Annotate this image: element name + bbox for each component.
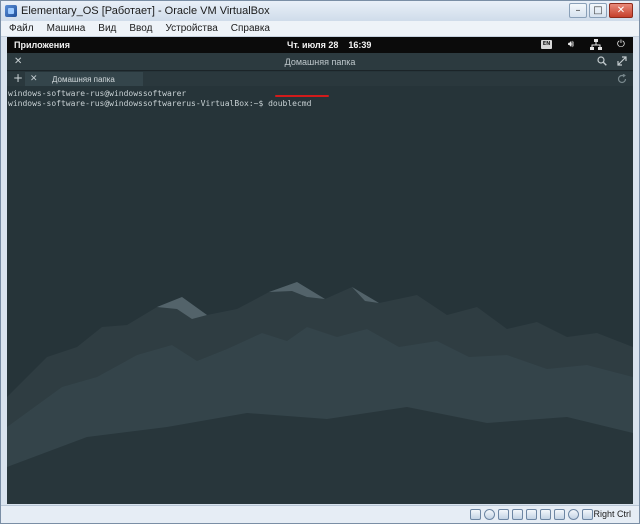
- fullscreen-icon[interactable]: [617, 56, 627, 66]
- mouse-integration-icon[interactable]: [568, 509, 579, 520]
- shared-folders-icon[interactable]: [512, 509, 523, 520]
- terminal-output[interactable]: windows-software-rus@windowssoftwarer wi…: [7, 87, 633, 504]
- network-icon[interactable]: [590, 39, 602, 50]
- menu-help[interactable]: Справка: [231, 23, 270, 34]
- window-controls: – □ ✕: [569, 3, 633, 18]
- menubar: Файл Машина Вид Ввод Устройства Справка: [1, 21, 639, 37]
- hard-disk-icon[interactable]: [470, 509, 481, 520]
- elementary-panel: Приложения Чт. июля 28 16:39 EN 🔊︎ ⏻︎: [7, 37, 633, 53]
- clock-date: Чт. июля 28: [287, 40, 339, 50]
- minimize-button[interactable]: –: [569, 3, 587, 18]
- menu-devices[interactable]: Устройства: [165, 23, 217, 34]
- network-adapter-icon[interactable]: [540, 509, 551, 520]
- optical-drive-icon[interactable]: [484, 509, 495, 520]
- window-title: Elementary_OS [Работает] - Oracle VM Vir…: [21, 5, 270, 17]
- terminal-title: Домашняя папка: [284, 56, 356, 67]
- host-key-label: Right Ctrl: [593, 509, 631, 519]
- search-icon[interactable]: [597, 56, 607, 66]
- usb-icon[interactable]: [498, 509, 509, 520]
- recording-icon[interactable]: [554, 509, 565, 520]
- window-titlebar[interactable]: Elementary_OS [Работает] - Oracle VM Vir…: [1, 1, 639, 21]
- tab-close-icon[interactable]: ✕: [30, 74, 38, 84]
- menu-file[interactable]: Файл: [9, 23, 34, 34]
- command-highlight-underline: [275, 95, 329, 97]
- clock[interactable]: Чт. июля 28 16:39: [287, 40, 381, 50]
- tab-home[interactable]: ✕ Домашняя папка: [25, 72, 143, 86]
- menu-view[interactable]: Вид: [98, 23, 116, 34]
- prompt: windows-software-rus@windowssoftwarerus-…: [8, 99, 269, 108]
- restore-tab-icon[interactable]: [617, 74, 627, 84]
- command-text: doublecmd: [268, 99, 312, 108]
- virtualbox-window: Elementary_OS [Работает] - Oracle VM Vir…: [0, 0, 640, 524]
- menu-machine[interactable]: Машина: [47, 23, 86, 34]
- clock-time: 16:39: [348, 40, 372, 50]
- status-icons: [470, 509, 593, 520]
- new-tab-icon[interactable]: +: [13, 71, 23, 85]
- power-icon[interactable]: ⏻︎: [615, 39, 627, 50]
- display-icon[interactable]: [526, 509, 537, 520]
- status-bar: Right Ctrl: [1, 505, 639, 523]
- panel-indicators: EN 🔊︎ ⏻︎: [541, 39, 627, 50]
- terminal-headerbar: ✕ Домашняя папка: [7, 53, 633, 71]
- menu-input[interactable]: Ввод: [129, 23, 152, 34]
- tab-label: Домашняя папка: [52, 74, 115, 84]
- terminal-prompt-line: windows-software-rus@windowssoftwarerus-…: [8, 99, 632, 109]
- terminal-line: windows-software-rus@windowssoftwarer: [8, 89, 187, 98]
- close-button[interactable]: ✕: [609, 3, 633, 18]
- keyboard-capture-icon[interactable]: [582, 509, 593, 520]
- guest-screen[interactable]: Приложения Чт. июля 28 16:39 EN 🔊︎ ⏻︎ ✕ Д…: [7, 37, 633, 504]
- terminal-tabbar: + ✕ Домашняя папка: [7, 71, 633, 86]
- applications-menu[interactable]: Приложения: [14, 40, 70, 50]
- virtualbox-icon: [5, 5, 17, 17]
- keyboard-layout-icon[interactable]: EN: [541, 40, 552, 49]
- volume-icon[interactable]: 🔊︎: [565, 39, 577, 50]
- maximize-button[interactable]: □: [589, 3, 607, 18]
